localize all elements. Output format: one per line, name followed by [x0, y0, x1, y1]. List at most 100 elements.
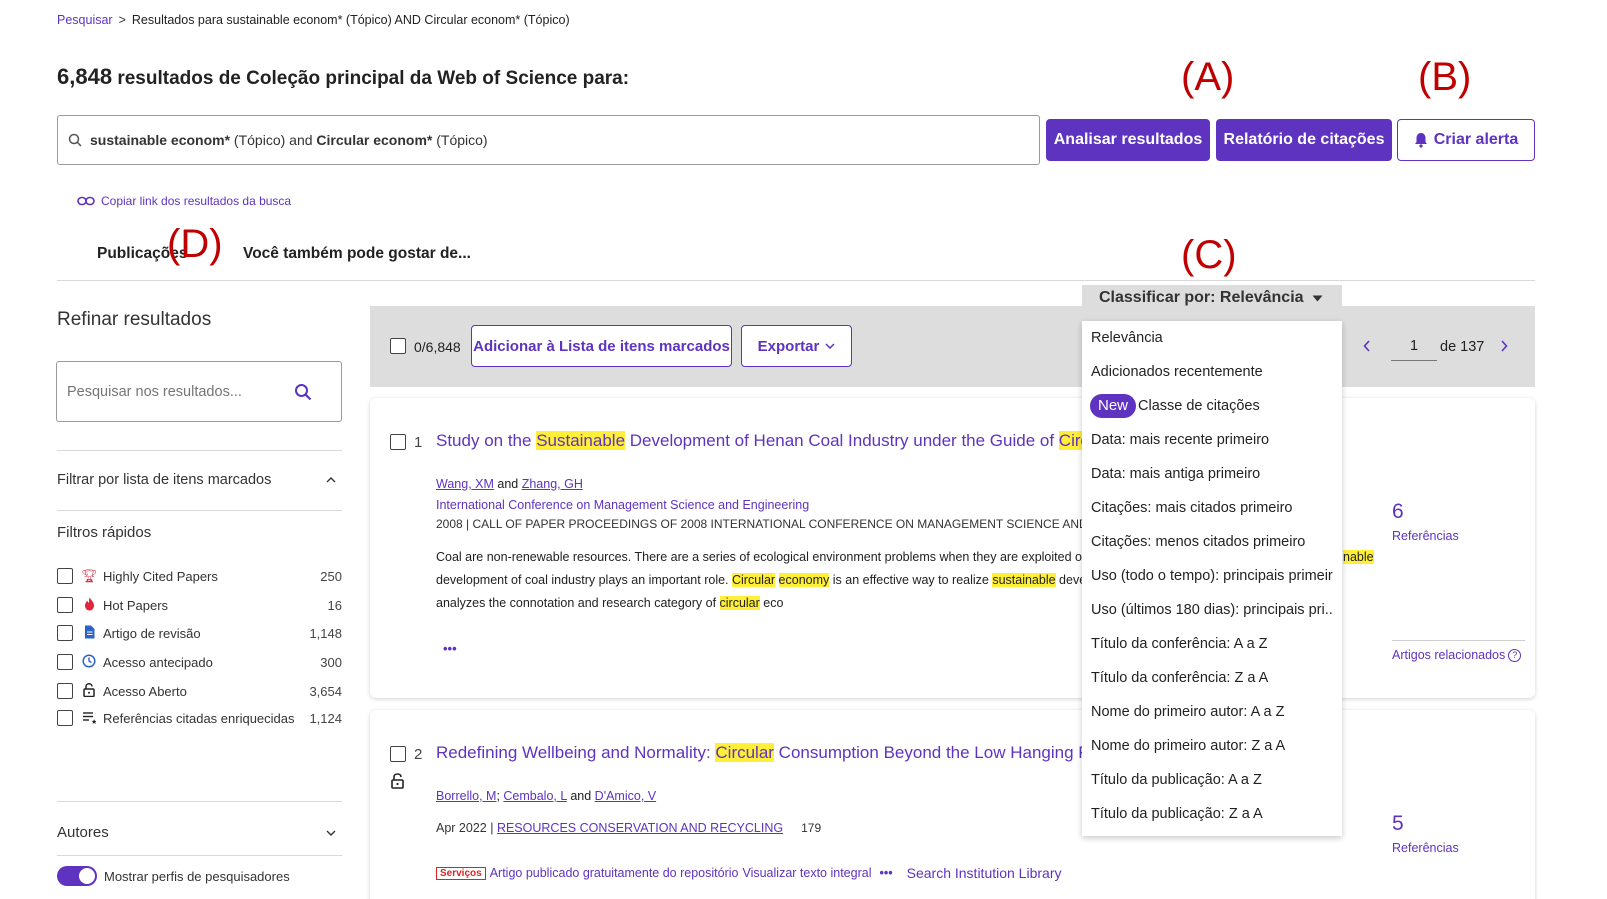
quick-filter-hot-papers[interactable]: Hot Papers 16	[57, 593, 342, 617]
query-term-2: Circular econom*	[316, 132, 433, 148]
result-number: 2	[414, 746, 423, 763]
sort-option[interactable]: Citações: menos citados primeiro	[1082, 525, 1342, 559]
search-icon[interactable]	[294, 383, 312, 401]
references-label[interactable]: Referências	[1392, 841, 1459, 855]
quick-filter-early-access[interactable]: Acesso antecipado 300	[57, 650, 342, 674]
query-box[interactable]: sustainable econom* (Tópico) and Circula…	[57, 115, 1040, 165]
quick-filter-count: 16	[327, 597, 342, 613]
author-separator: and	[566, 789, 595, 803]
related-articles-link[interactable]: Artigos relacionados ?	[1392, 648, 1522, 662]
tab-also-like[interactable]: Você também pode gostar de...	[243, 245, 471, 263]
help-icon[interactable]: ?	[1508, 648, 1522, 662]
checkbox[interactable]	[57, 654, 73, 670]
breadcrumb-current: Resultados para sustainable econom* (Tóp…	[131, 13, 570, 27]
highlight: economy	[778, 573, 830, 587]
quick-filter-highly-cited[interactable]: 🏆︎ Highly Cited Papers 250	[57, 564, 342, 588]
result-authors: Wang, XM and Zhang, GH	[436, 477, 583, 491]
quick-filter-label: Acesso antecipado	[103, 654, 213, 670]
citation-report-button[interactable]: Relatório de citações	[1216, 119, 1392, 161]
researcher-profile-label: Mostrar perfis de pesquisadores	[104, 869, 290, 884]
annotation-d: (D)	[167, 222, 223, 266]
sort-option[interactable]: Uso (todo o tempo): principais primeir	[1082, 559, 1342, 593]
results-title-text: resultados de Coleção principal da Web o…	[112, 68, 630, 89]
checkbox[interactable]	[57, 597, 73, 613]
references-count[interactable]: 5	[1392, 812, 1404, 836]
sort-option[interactable]: Título da conferência: A a Z	[1082, 627, 1342, 661]
checkbox[interactable]	[57, 625, 73, 641]
refine-title: Refinar resultados	[57, 309, 212, 330]
page-number-input[interactable]: 1	[1391, 338, 1437, 361]
select-all-checkbox[interactable]	[390, 338, 406, 354]
marked-list-filter[interactable]: Filtrar por lista de itens marcados	[57, 472, 342, 488]
sort-option[interactable]: Nome do primeiro autor: A a Z	[1082, 695, 1342, 729]
more-options-icon[interactable]: •••	[879, 866, 892, 880]
journal-link[interactable]: RESOURCES CONSERVATION AND RECYCLING	[497, 821, 783, 835]
sort-option[interactable]: Título da publicação: Z a A	[1082, 797, 1342, 831]
quick-filter-enriched-refs[interactable]: ★ Referências citadas enriquecidas 1,124	[57, 706, 342, 730]
checkbox[interactable]	[57, 710, 73, 726]
quick-filter-review[interactable]: Artigo de revisão 1,148	[57, 621, 342, 645]
sort-option[interactable]: Citações: mais citados primeiro	[1082, 491, 1342, 525]
result-title[interactable]: Redefining Wellbeing and Normality: Circ…	[436, 743, 1112, 763]
annotation-a: (A)	[1181, 55, 1235, 99]
institution-library-link[interactable]: Search Institution Library	[907, 865, 1062, 881]
sort-option[interactable]: Nome do primeiro autor: Z a A	[1082, 729, 1342, 763]
result-source: Apr 2022 | RESOURCES CONSERVATION AND RE…	[436, 821, 821, 835]
link-icon	[77, 196, 95, 206]
references-count[interactable]: 6	[1392, 500, 1404, 524]
sort-option[interactable]: Título da conferência: Z a A	[1082, 661, 1342, 695]
document-icon	[81, 625, 97, 642]
create-alert-button[interactable]: Criar alerta	[1397, 119, 1535, 161]
authors-filter-label: Autores	[57, 824, 109, 841]
full-text-link[interactable]: Visualizar texto integral	[742, 866, 871, 880]
result-checkbox[interactable]	[390, 434, 406, 450]
free-publication-link[interactable]: Artigo publicado gratuitamente do reposi…	[490, 866, 739, 880]
analyze-results-button[interactable]: Analisar resultados	[1046, 119, 1210, 161]
sort-option[interactable]: Adicionados recentemente	[1082, 355, 1342, 389]
prev-page-icon[interactable]	[1363, 340, 1371, 352]
result-conference[interactable]: International Conference on Management S…	[436, 498, 809, 512]
sort-option[interactable]: Título da publicação: A a Z	[1082, 763, 1342, 797]
breadcrumb-search-link[interactable]: Pesquisar	[57, 13, 113, 27]
references-label[interactable]: Referências	[1392, 529, 1459, 543]
sort-option[interactable]: Data: mais recente primeiro	[1082, 423, 1342, 457]
author-separator: and	[493, 477, 522, 491]
author-link[interactable]: Wang, XM	[436, 477, 494, 491]
quick-filter-open-access[interactable]: Acesso Aberto 3,654	[57, 679, 342, 703]
author-link[interactable]: Cembalo, L	[503, 789, 566, 803]
services-badge[interactable]: Serviços	[436, 866, 486, 880]
author-link[interactable]: D'Amico, V	[595, 789, 656, 803]
checkbox[interactable]	[57, 568, 73, 584]
sort-option[interactable]: Data: mais antiga primeiro	[1082, 457, 1342, 491]
copy-link[interactable]: Copiar link dos resultados da busca	[77, 194, 291, 208]
query-term-1: sustainable econom*	[90, 132, 231, 148]
refine-search-box[interactable]	[56, 361, 342, 422]
quick-filter-label: Hot Papers	[103, 597, 169, 613]
next-page-icon[interactable]	[1500, 340, 1508, 352]
related-articles-label: Artigos relacionados	[1392, 648, 1506, 662]
annotation-b: (B)	[1418, 55, 1472, 99]
export-button[interactable]: Exportar	[741, 325, 852, 367]
author-link[interactable]: Zhang, GH	[522, 477, 583, 491]
sort-option[interactable]: Relevância	[1082, 321, 1342, 355]
add-to-marked-list-button[interactable]: Adicionar à Lista de itens marcados	[471, 325, 732, 367]
checkbox[interactable]	[57, 683, 73, 699]
abstract-text: analyzes the connotation and research ca…	[436, 596, 720, 610]
chevron-up-icon	[326, 477, 336, 483]
pub-date: Apr 2022 |	[436, 821, 497, 835]
authors-filter[interactable]: Autores	[57, 824, 342, 841]
abstract-text: development of coal industry plays an im…	[436, 573, 732, 587]
result-checkbox[interactable]	[390, 746, 406, 762]
sort-dropdown[interactable]: Classificar por: Relevância	[1082, 285, 1342, 311]
open-lock-icon	[391, 773, 404, 789]
more-options-icon[interactable]: •••	[443, 641, 457, 656]
export-label: Exportar	[757, 337, 820, 355]
result-title[interactable]: Study on the Sustainable Development of …	[436, 431, 1086, 451]
sort-option[interactable]: New Classe de citações	[1082, 389, 1342, 423]
title-text: Development of Henan Coal Industry under…	[625, 431, 1059, 450]
researcher-profile-toggle[interactable]	[57, 866, 97, 886]
author-link[interactable]: Borrello, M	[436, 789, 496, 803]
sort-option[interactable]: Uso (últimos 180 dias): principais pri..	[1082, 593, 1342, 627]
quick-filter-label: Acesso Aberto	[103, 683, 187, 699]
refine-search-input[interactable]	[67, 383, 282, 400]
